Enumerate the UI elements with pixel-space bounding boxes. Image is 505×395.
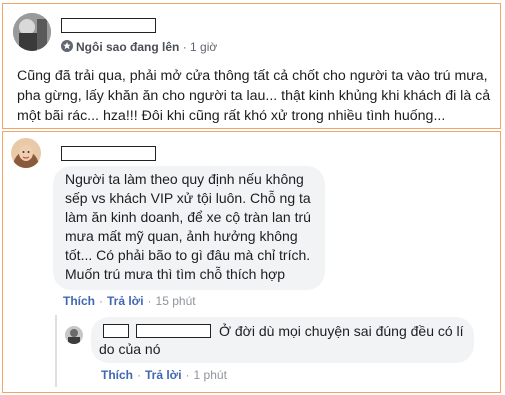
post-time[interactable]: 1 giờ <box>190 40 217 54</box>
post-meta: Ngôi sao đang lên · 1 giờ <box>61 40 217 54</box>
rising-star-icon <box>61 40 73 52</box>
comment-text: Người ta làm theo quy định nếu không sếp… <box>65 171 311 282</box>
reply-like-button[interactable]: Thích <box>101 368 133 382</box>
redacted-replier-name <box>136 324 211 338</box>
action-separator: · <box>185 368 190 382</box>
post-author-avatar[interactable] <box>13 13 51 51</box>
reply-reply-button[interactable]: Trả lời <box>145 368 182 382</box>
replier-avatar[interactable] <box>65 326 83 344</box>
reply-actions: Thích · Trả lời · 1 phút <box>101 368 227 382</box>
commenter-avatar[interactable] <box>11 138 41 168</box>
comment-actions: Thích · Trả lời · 15 phút <box>63 294 196 308</box>
comments-card: Người ta làm theo quy định nếu không sếp… <box>2 131 501 393</box>
comment-like-button[interactable]: Thích <box>63 294 95 308</box>
comment-bubble: Người ta làm theo quy định nếu không sếp… <box>53 166 325 290</box>
reply-bubble: Ở đời dù mọi chuyện sai đúng đều có lí d… <box>91 317 474 363</box>
post-card: Ngôi sao đang lên · 1 giờ Cũng đã trải q… <box>2 3 501 129</box>
comment-time[interactable]: 15 phút <box>156 294 196 308</box>
redacted-commenter-name <box>61 146 156 161</box>
reply-thread-line <box>55 315 57 387</box>
action-separator: · <box>147 294 152 308</box>
action-separator: · <box>137 368 141 382</box>
post-text: Cũng đã trải qua, phải mở cửa thông tất … <box>17 68 491 124</box>
author-badge: Ngôi sao đang lên <box>76 40 180 54</box>
action-separator: · <box>99 294 103 308</box>
redacted-replier-name-short <box>103 324 129 338</box>
reply-time[interactable]: 1 phút <box>194 368 227 382</box>
meta-separator: · <box>182 40 187 54</box>
comment-reply-button[interactable]: Trả lời <box>107 294 144 308</box>
redacted-author-name <box>61 18 156 33</box>
